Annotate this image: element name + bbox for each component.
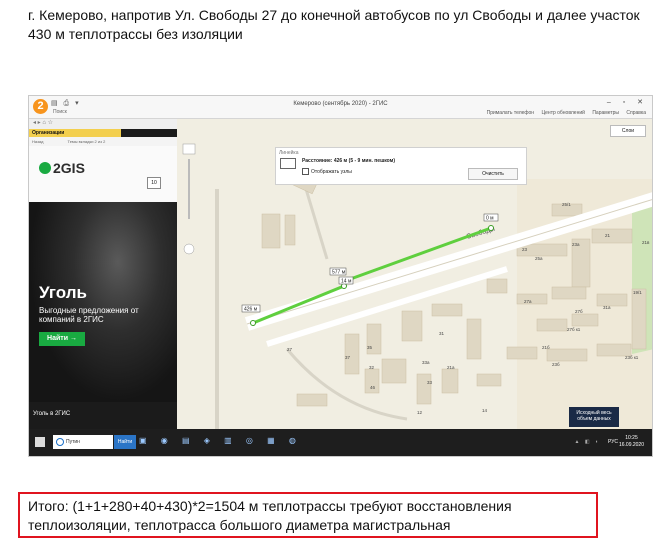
toolbar-help-link[interactable]: Справка [626, 110, 646, 116]
sub-tab-label: Темы вкладки 2 из 2 [67, 139, 106, 144]
svg-text:23б к1: 23б к1 [625, 355, 639, 360]
svg-text:25/1: 25/1 [562, 202, 571, 207]
taskbar-find-button[interactable]: Найти [114, 435, 136, 449]
toolbar-updates-link[interactable]: Центр обновлений [541, 110, 584, 116]
tab-organizations[interactable]: Организации [29, 129, 121, 137]
ad-title: Уголь [39, 283, 87, 302]
svg-text:23: 23 [522, 247, 528, 252]
svg-text:37: 37 [345, 355, 351, 360]
svg-text:23а: 23а [572, 242, 580, 247]
ruler-icon [280, 158, 296, 169]
svg-text:19/1: 19/1 [633, 290, 642, 295]
ad-close-button[interactable]: 10 [147, 177, 161, 189]
window-title: Кемерово (сентябрь 2020) - 2ГИС [293, 101, 388, 107]
tray-icons[interactable]: ▲ ◧ ◖ [575, 439, 600, 445]
svg-text:46: 46 [370, 385, 376, 390]
gis-logo: 2GIS [39, 160, 85, 176]
svg-text:27б к1: 27б к1 [567, 327, 581, 332]
windows-start-icon[interactable] [35, 437, 45, 447]
nav-arrows[interactable]: ◂ ▸ ⌂ ☆ [29, 119, 179, 129]
sidebar: Организации Назад Темы вкладки 2 из 2 2GI… [29, 129, 177, 429]
ad-footer[interactable]: Уголь в 2ГИС [33, 411, 70, 417]
sidebar-subtabs: Назад Темы вкладки 2 из 2 [29, 137, 177, 146]
svg-text:23б: 23б [552, 362, 560, 367]
ruler-distance: Расстояние: 426 м (5 - 9 мин. пешком) [302, 158, 396, 164]
layers-button[interactable]: Слои [610, 125, 646, 137]
toolbar-right: Прималать телефон Центр обновлений Парам… [481, 110, 646, 116]
svg-text:27: 27 [287, 347, 293, 352]
show-nodes-checkbox[interactable]: Отображать узлы [302, 168, 352, 175]
svg-text:21: 21 [605, 233, 611, 238]
windows-taskbar: Путин Найти ▣ ◉ ▤ ◈ ▥ ◎ ▦ ◍ ▲ ◧ ◖ РУС 10… [29, 429, 652, 456]
svg-text:25а: 25а [535, 256, 543, 261]
toolbar-phone-link[interactable]: Прималать телефон [487, 110, 534, 116]
toolbar-settings-link[interactable]: Параметры [592, 110, 619, 116]
window-controls[interactable]: ‒ ▫ ✕ [607, 98, 648, 106]
page-heading: г. Кемерово, напротив Ул. Свободы 27 до … [28, 7, 640, 42]
clear-button[interactable]: Очистить [468, 168, 518, 180]
language-indicator[interactable]: РУС [608, 439, 618, 445]
svg-text:32: 32 [369, 365, 375, 370]
search-tab[interactable]: Поиск [53, 109, 67, 115]
map-view[interactable]: Свободы 0 м 577 м 14 м 426 м 25/1 21 23а… [177, 119, 652, 429]
show-nodes-label: Отображать узлы [311, 168, 352, 175]
checkbox-icon[interactable] [302, 168, 309, 175]
svg-text:21в: 21в [642, 240, 650, 245]
svg-text:33а: 33а [422, 360, 430, 365]
app-screenshot: 2 ▤ ⎙ ▾ Поиск Кемерово (сентябрь 2020) -… [28, 95, 653, 457]
clock-date: 16.09.2020 [618, 442, 644, 448]
back-link[interactable]: Назад [32, 139, 43, 144]
svg-text:21а: 21а [447, 365, 455, 370]
taskbar-clock[interactable]: 10:25 16.09.2020 [619, 435, 644, 449]
svg-text:426 м: 426 м [244, 307, 258, 313]
app-titlebar: 2 ▤ ⎙ ▾ Поиск Кемерово (сентябрь 2020) -… [29, 96, 652, 119]
ruler-title: Линейка [279, 150, 299, 156]
zoom-slider[interactable] [182, 143, 196, 255]
svg-text:27а: 27а [524, 299, 532, 304]
svg-text:35: 35 [367, 345, 373, 350]
gis-pin-icon [39, 162, 51, 175]
svg-text:33: 33 [427, 380, 433, 385]
svg-text:12: 12 [417, 410, 423, 415]
svg-text:577 м: 577 м [332, 270, 346, 276]
ad-header: 2GIS 10 [29, 146, 177, 202]
taskbar-apps-icon[interactable]: ▣ ◉ ▤ ◈ ▥ ◎ ▦ ◍ [139, 436, 302, 445]
svg-text:31: 31 [439, 331, 445, 336]
ruler-panel: Линейка Расстояние: 426 м (5 - 9 мин. пе… [275, 147, 527, 185]
ad-description: Выгодные предложения от компаний в 2ГИС [39, 306, 139, 324]
search-icon [56, 438, 64, 446]
svg-text:14: 14 [482, 408, 488, 413]
svg-text:21б: 21б [542, 345, 550, 350]
ad-find-button[interactable]: Найти → [39, 332, 85, 346]
summary-box: Итого: (1+1+280+40+430)*2=1504 м теплотр… [18, 492, 598, 538]
taskbar-search-text: Путин [66, 439, 80, 445]
svg-text:31а: 31а [603, 305, 611, 310]
clock-time: 10:25 [625, 435, 638, 441]
svg-text:0 м: 0 м [486, 216, 494, 222]
svg-text:27б: 27б [575, 309, 583, 314]
promo-banner[interactable]: Исходный весь объем данных [569, 407, 619, 427]
svg-text:14 м: 14 м [341, 279, 352, 285]
gis-brand: 2GIS [53, 160, 85, 176]
taskbar-search-input[interactable]: Путин [53, 435, 113, 449]
